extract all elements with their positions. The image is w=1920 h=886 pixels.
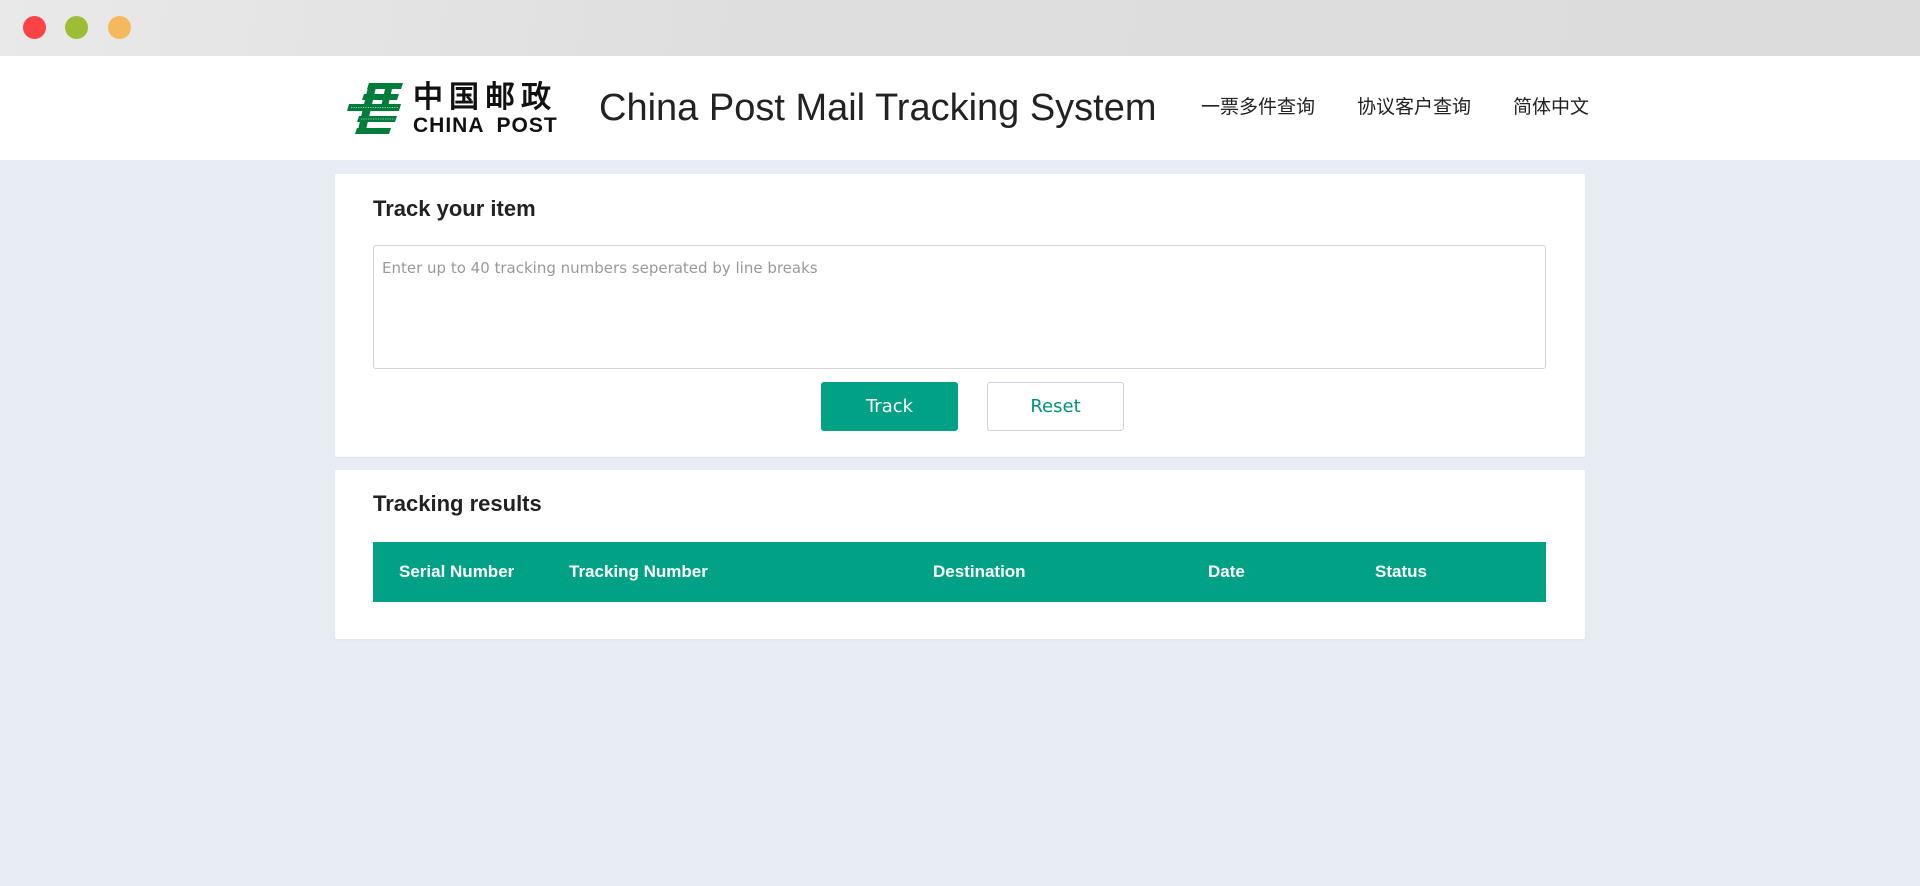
column-tracking-number: Tracking Number [569, 562, 708, 581]
maximize-window-button[interactable] [108, 16, 131, 39]
results-table: Serial Number Tracking Number Destinatio… [373, 542, 1546, 602]
window-titlebar [0, 0, 1920, 56]
results-section-title: Tracking results [373, 491, 542, 516]
minimize-window-button[interactable] [65, 16, 88, 39]
tracking-results-card: Tracking results Serial Number Tracking … [335, 470, 1585, 639]
china-post-logo[interactable]: 中国邮政 CHINA POST [347, 80, 563, 138]
reset-button[interactable]: Reset [987, 382, 1124, 431]
column-status: Status [1375, 562, 1427, 581]
track-item-card: Track your item Track Reset [335, 174, 1585, 457]
logo-english-text: CHINA POST [413, 113, 558, 137]
header-nav: 一票多件查询 协议客户查询 简体中文 [1201, 90, 1589, 124]
track-button[interactable]: Track [821, 382, 958, 431]
results-table-header: Serial Number Tracking Number Destinatio… [373, 542, 1546, 602]
tracking-numbers-input[interactable] [373, 245, 1546, 369]
china-post-logo-icon [347, 83, 403, 134]
site-header: 中国邮政 CHINA POST China Post Mail Tracking… [0, 56, 1920, 160]
nav-multi-item-query[interactable]: 一票多件查询 [1201, 90, 1315, 124]
track-section-title: Track your item [373, 196, 536, 221]
header-row: Serial Number Tracking Number Destinatio… [373, 542, 1546, 602]
column-destination: Destination [933, 562, 1026, 581]
column-date: Date [1208, 562, 1245, 581]
nav-contract-customer-query[interactable]: 协议客户查询 [1357, 90, 1471, 124]
column-serial-number: Serial Number [399, 562, 515, 581]
logo-text: 中国邮政 CHINA POST [413, 79, 558, 137]
page-title: China Post Mail Tracking System [599, 87, 1157, 129]
logo-chinese-text: 中国邮政 [413, 79, 557, 115]
close-window-button[interactable] [23, 16, 46, 39]
nav-language-switch[interactable]: 简体中文 [1513, 90, 1589, 124]
